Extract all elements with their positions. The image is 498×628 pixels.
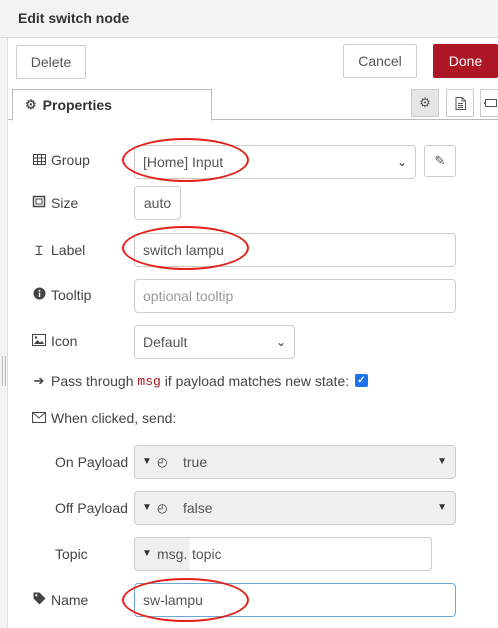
icon-label-row: Icon [31, 333, 77, 349]
name-input-value: sw-lampu [143, 592, 203, 608]
caret-down-icon: ▼ [142, 502, 152, 513]
group-label-row: Group [31, 152, 90, 168]
passthrough-code: msg [137, 373, 161, 389]
group-select[interactable]: [Home] Input ⌄ [134, 145, 416, 179]
delete-button[interactable]: Delete [16, 45, 86, 79]
cancel-button[interactable]: Cancel [343, 44, 417, 78]
caret-down-icon: ▼ [142, 548, 152, 559]
chevron-down-icon: ⌄ [275, 335, 286, 349]
passthrough-suffix: if payload matches new state: [164, 373, 350, 389]
chevron-down-icon: ⌄ [396, 155, 407, 169]
text-cursor-icon: Ɪ [35, 243, 43, 258]
icon-select-value: Default [143, 334, 188, 350]
document-icon [455, 96, 466, 110]
when-clicked-row: When clicked, send: [31, 410, 176, 426]
resize-handle[interactable] [2, 356, 6, 386]
caret-down-icon[interactable]: ▼ [437, 456, 447, 467]
tray-title: Edit switch node [18, 10, 130, 26]
arrow-right-icon: ➔ [33, 373, 45, 388]
resize-icon [31, 195, 47, 211]
image-icon [31, 333, 47, 349]
size-label: Size [51, 195, 79, 211]
tooltip-placeholder: optional tooltip [143, 288, 234, 304]
tooltip-label: Tooltip [51, 287, 92, 303]
envelope-icon [31, 411, 47, 426]
label-label-row: Ɪ Label [31, 241, 85, 259]
tray-header: Edit switch node [0, 0, 498, 38]
off-payload-value: false [183, 500, 213, 516]
table-icon [31, 153, 47, 168]
gear-icon: ⚙ [25, 97, 37, 112]
caret-down-icon[interactable]: ▼ [437, 502, 447, 513]
tab-bar: ⚙ Properties ⚙ [8, 86, 498, 121]
when-clicked-label: When clicked, send: [51, 410, 177, 426]
topic-typed-input[interactable]: ▼ msg. topic [134, 537, 432, 571]
size-label-row: Size [31, 195, 78, 211]
tag-icon [31, 592, 47, 608]
caret-down-icon: ▼ [142, 456, 152, 467]
size-value: auto [143, 195, 172, 211]
icon-select[interactable]: Default ⌄ [134, 325, 295, 359]
passthrough-row: ➔ Pass through msg if payload matches ne… [31, 373, 350, 389]
name-label-row: Name [31, 592, 88, 608]
size-button[interactable]: auto [134, 186, 181, 220]
info-circle-icon [31, 287, 47, 303]
tooltip-label-row: Tooltip [31, 287, 91, 303]
boolean-type-icon: ◴ [157, 455, 168, 469]
boolean-type-icon: ◴ [157, 501, 168, 515]
name-label: Name [51, 592, 89, 608]
tab-settings[interactable]: ⚙ [411, 89, 439, 117]
gear-icon: ⚙ [419, 95, 431, 110]
topic-prefix: msg. [157, 546, 188, 562]
tab-appearance[interactable] [480, 89, 498, 117]
label-input-value: switch lampu [143, 242, 224, 258]
group-select-value: [Home] Input [143, 154, 224, 170]
tab-description[interactable] [446, 89, 474, 117]
passthrough-prefix: Pass through [51, 373, 134, 389]
tray-left-edge [0, 38, 8, 628]
tooltip-input[interactable]: optional tooltip [134, 279, 456, 313]
tab-properties-label: Properties [42, 97, 112, 113]
node-appearance-icon [483, 99, 497, 107]
on-payload-value: true [183, 454, 208, 470]
edit-group-button[interactable]: ✎ [424, 145, 456, 177]
on-payload-label: On Payload [55, 454, 129, 470]
topic-input[interactable]: topic [190, 537, 432, 571]
icon-label: Icon [51, 333, 78, 349]
passthrough-checkbox[interactable]: ✓ [355, 374, 368, 387]
label-label: Label [51, 242, 86, 258]
off-payload-label: Off Payload [55, 500, 128, 516]
tab-properties[interactable]: ⚙ Properties [12, 89, 212, 121]
pencil-icon: ✎ [434, 153, 446, 168]
done-button[interactable]: Done [433, 44, 498, 78]
topic-label: Topic [55, 546, 88, 562]
label-input[interactable]: switch lampu [134, 233, 456, 267]
on-payload-typed-input[interactable]: ▼ ◴ true ▼ [134, 445, 456, 479]
name-input[interactable]: sw-lampu [134, 583, 456, 617]
group-label: Group [51, 152, 90, 168]
off-payload-typed-input[interactable]: ▼ ◴ false ▼ [134, 491, 456, 525]
